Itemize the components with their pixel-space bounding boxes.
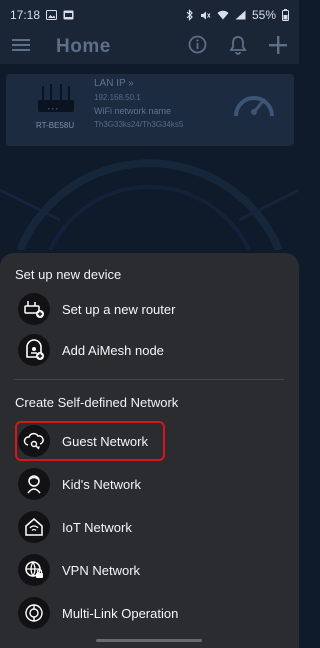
signal-icon [235, 10, 246, 20]
wifi-icon [217, 10, 229, 20]
multi-link-icon [18, 597, 50, 629]
menu-item-multi-link[interactable]: Multi-Link Operation [18, 595, 278, 631]
chevron-right-icon: » [128, 78, 134, 89]
router-model: RT-BE58U [36, 121, 75, 130]
router-card[interactable]: RT-BE58U LAN IP » 192.168.50.1 WiFi netw… [6, 74, 294, 146]
gallery-icon [63, 10, 74, 20]
app-header: Home [0, 30, 299, 64]
bluetooth-icon [186, 9, 194, 21]
page-title: Home [56, 36, 111, 57]
menu-item-iot-network[interactable]: IoT Network [18, 509, 278, 545]
router-icon [32, 84, 80, 123]
menu-label: Set up a new router [62, 301, 176, 317]
action-bottom-sheet: Set up new device Set up a new router Ad… [0, 253, 299, 648]
lan-ip-label: LAN IP » [94, 78, 134, 89]
vpn-network-icon [18, 554, 50, 586]
plus-icon[interactable] [269, 35, 287, 59]
background-decoration [0, 150, 300, 252]
home-indicator[interactable] [96, 639, 202, 642]
speedometer-icon[interactable] [232, 88, 276, 127]
router-plus-icon [18, 293, 50, 325]
status-bar: 17:18 55% [0, 0, 299, 30]
menu-label: Guest Network [62, 433, 148, 449]
info-icon[interactable] [188, 35, 207, 59]
menu-item-guest-network[interactable]: Guest Network [18, 423, 278, 459]
menu-label: Multi-Link Operation [62, 605, 179, 621]
iot-network-icon [18, 511, 50, 543]
mute-icon [200, 10, 211, 21]
kids-network-icon [18, 468, 50, 500]
section-title-self-defined: Create Self-defined Network [15, 395, 179, 410]
battery-icon [282, 9, 289, 21]
wifi-name-value: Th3G33ks24/Th3G34ks5 [94, 120, 184, 129]
aimesh-node-icon [18, 334, 50, 366]
menu-item-kids-network[interactable]: Kid's Network [18, 466, 278, 502]
menu-label: Add AiMesh node [62, 342, 164, 358]
menu-label: Kid's Network [62, 476, 142, 492]
menu-label: VPN Network [62, 562, 141, 578]
menu-item-setup-router[interactable]: Set up a new router [18, 291, 278, 327]
section-divider [14, 379, 284, 380]
status-time: 17:18 [10, 8, 41, 22]
menu-label: IoT Network [62, 519, 132, 535]
lan-ip-value: 192.168.50.1 [94, 93, 141, 102]
menu-item-vpn-network[interactable]: VPN Network [18, 552, 278, 588]
menu-icon[interactable] [12, 38, 30, 57]
battery-percent: 55% [251, 8, 276, 22]
image-icon [46, 10, 58, 20]
section-title-setup: Set up new device [15, 267, 122, 282]
bell-icon[interactable] [229, 35, 247, 60]
guest-network-icon [18, 425, 50, 457]
wifi-name-label: WiFi network name [94, 106, 172, 116]
menu-item-add-aimesh[interactable]: Add AiMesh node [18, 332, 278, 368]
